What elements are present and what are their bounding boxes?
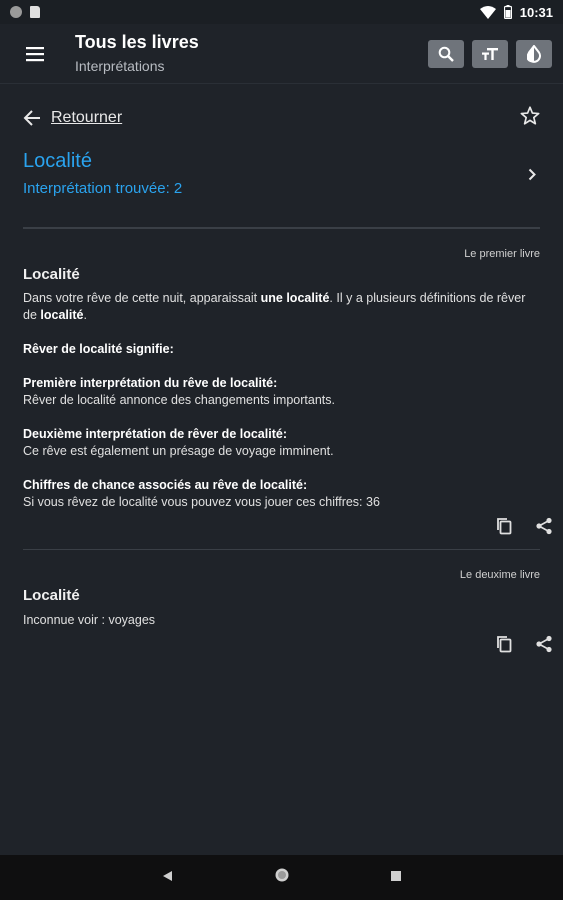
text-size-icon xyxy=(482,47,498,60)
entry-title: Localité xyxy=(23,266,80,283)
sd-card-icon xyxy=(30,6,40,18)
share-button[interactable] xyxy=(535,635,553,653)
section-text: Inconnue voir : voyages xyxy=(23,613,156,627)
copy-button[interactable] xyxy=(495,517,513,535)
app-bar: Tous les livres Interprétations xyxy=(0,24,563,84)
home-nav-button[interactable] xyxy=(274,867,290,888)
arrow-left-icon xyxy=(23,110,40,126)
search-button[interactable] xyxy=(428,39,464,68)
system-nav-bar xyxy=(0,855,563,900)
copy-icon xyxy=(497,636,512,653)
interpretation-card: Le deuxime livre Localité Inconnue voir … xyxy=(23,568,540,629)
entry-title: Localité xyxy=(23,587,80,604)
app-subtitle: Interprétations xyxy=(75,58,165,74)
favorite-button[interactable] xyxy=(520,106,540,130)
divider xyxy=(23,227,540,229)
section-text: Ce rêve est également un présage de voya… xyxy=(23,444,334,458)
section-heading: Rêver de localité signifie: xyxy=(23,342,174,356)
wifi-icon xyxy=(479,5,496,19)
circle-home-icon xyxy=(275,868,288,882)
back-label[interactable]: Retourner xyxy=(51,109,122,127)
share-icon xyxy=(536,517,552,535)
copy-button[interactable] xyxy=(495,635,513,653)
contrast-icon xyxy=(527,44,541,63)
intro-text: . xyxy=(83,308,87,322)
contrast-button[interactable] xyxy=(516,39,552,68)
section-heading: Deuxième interprétation de rêver de loca… xyxy=(23,427,287,441)
menu-icon xyxy=(26,46,44,61)
topic-title: Localité xyxy=(23,150,92,172)
topic-link[interactable]: Localité Interprétation trouvée: 2 xyxy=(23,144,540,204)
share-button[interactable] xyxy=(535,517,553,535)
interpretation-card: Le premier livre Localité Dans votre rêv… xyxy=(23,247,540,511)
clock: 10:31 xyxy=(519,4,553,20)
search-icon xyxy=(438,46,454,62)
section-heading: Première interprétation du rêve de local… xyxy=(23,376,278,390)
chevron-right-icon xyxy=(528,168,536,180)
section-text: Si vous rêvez de localité vous pouvez vo… xyxy=(23,495,380,509)
entry-actions xyxy=(495,635,553,653)
app-title: Tous les livres xyxy=(75,32,199,52)
intro-bold-text: une localité xyxy=(260,291,330,305)
divider xyxy=(23,549,540,550)
back-button[interactable]: Retourner xyxy=(23,109,122,127)
copy-icon xyxy=(497,518,512,535)
entry-body: Dans votre rêve de cette nuit, apparaiss… xyxy=(23,290,540,511)
book-source-label: Le deuxime livre xyxy=(459,569,540,581)
menu-button[interactable] xyxy=(0,24,70,84)
triangle-back-icon xyxy=(162,870,172,881)
intro-bold-text: localité xyxy=(40,308,84,322)
section-heading: Chiffres de chance associés au rêve de l… xyxy=(23,478,308,492)
book-source-label: Le premier livre xyxy=(464,248,540,260)
interpretation-count: Interprétation trouvée: 2 xyxy=(23,180,183,197)
square-recents-icon xyxy=(390,870,401,881)
text-size-button[interactable] xyxy=(472,39,508,68)
share-icon xyxy=(536,635,552,653)
entry-actions xyxy=(495,517,553,535)
status-bar: 10:31 xyxy=(0,0,563,24)
star-icon xyxy=(520,106,540,125)
section-text: Rêver de localité annonce des changement… xyxy=(23,393,335,407)
battery-icon xyxy=(503,5,512,19)
recents-nav-button[interactable] xyxy=(390,869,402,887)
back-row: Retourner xyxy=(0,100,563,136)
entry-body: Inconnue voir : voyages xyxy=(23,612,540,629)
notification-dot-icon xyxy=(10,6,22,18)
intro-text: Dans votre rêve de cette nuit, apparaiss… xyxy=(23,291,261,305)
back-nav-button[interactable] xyxy=(162,869,174,887)
